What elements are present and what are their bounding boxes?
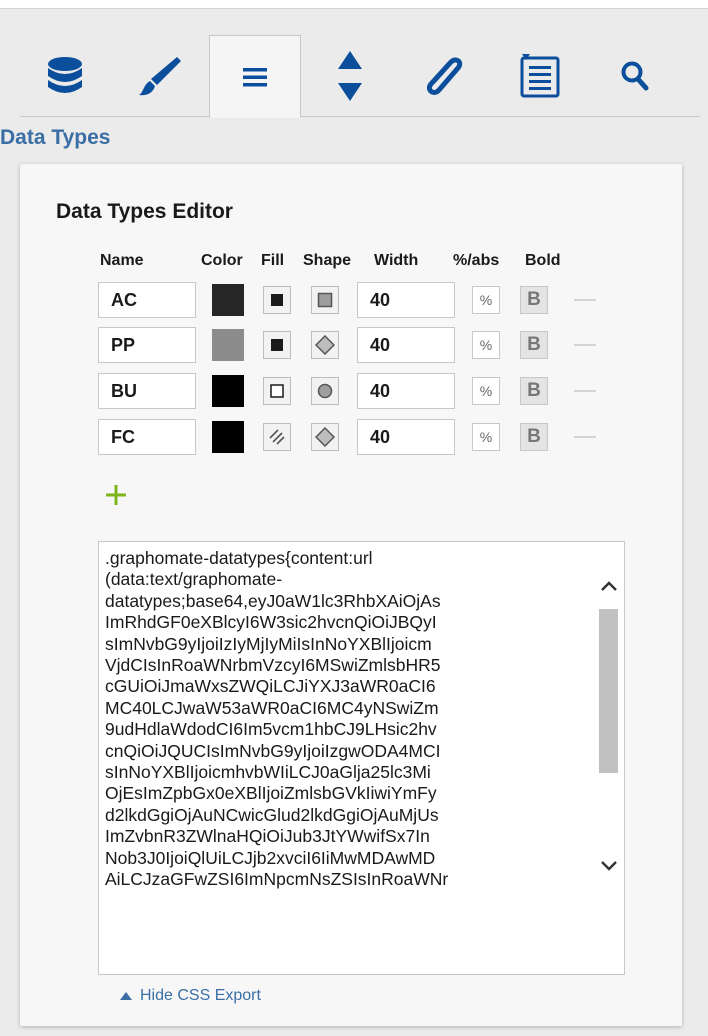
css-export-text: .graphomate-datatypes{content:url (data:… <box>105 548 449 890</box>
shape-button[interactable] <box>311 286 339 314</box>
color-swatch[interactable] <box>212 421 244 453</box>
shape-diamond-icon <box>315 427 335 447</box>
data-type-row: % B <box>20 282 682 322</box>
width-input[interactable] <box>357 373 455 409</box>
percent-toggle[interactable]: % <box>472 331 500 359</box>
remove-row-button[interactable] <box>574 390 596 392</box>
editor-title: Data Types Editor <box>56 200 233 223</box>
fill-button[interactable] <box>263 377 291 405</box>
scroll-thumb[interactable] <box>599 609 618 773</box>
column-header-color: Color <box>201 252 243 269</box>
width-input[interactable] <box>357 327 455 363</box>
scrollbar[interactable] <box>594 542 624 974</box>
percent-toggle[interactable]: % <box>472 377 500 405</box>
bold-toggle[interactable]: B <box>520 377 548 405</box>
column-header-name: Name <box>100 252 144 269</box>
fill-solid-icon <box>271 339 283 351</box>
chevron-up-icon[interactable] <box>600 580 618 592</box>
search-icon <box>621 61 649 91</box>
name-input[interactable] <box>98 373 196 409</box>
paperclip-icon <box>426 57 463 95</box>
sort-icon <box>338 51 362 101</box>
data-type-row: % B <box>20 419 682 459</box>
color-swatch[interactable] <box>212 375 244 407</box>
shape-button[interactable] <box>311 423 339 451</box>
fill-empty-icon <box>270 384 284 398</box>
css-export-textarea[interactable]: .graphomate-datatypes{content:url (data:… <box>98 541 625 975</box>
percent-toggle[interactable]: % <box>472 423 500 451</box>
column-header-pct-abs: %/abs <box>453 252 500 269</box>
list-icon <box>520 54 560 98</box>
width-input[interactable] <box>357 419 455 455</box>
section-title: Data Types <box>0 126 111 149</box>
width-input[interactable] <box>357 282 455 318</box>
fill-button[interactable] <box>263 331 291 359</box>
shape-diamond-icon <box>315 335 335 355</box>
shape-button[interactable] <box>311 331 339 359</box>
percent-toggle[interactable]: % <box>472 286 500 314</box>
bold-toggle[interactable]: B <box>520 286 548 314</box>
tab-attachments[interactable] <box>400 35 490 117</box>
color-swatch[interactable] <box>212 284 244 316</box>
bold-toggle[interactable]: B <box>520 423 548 451</box>
shape-button[interactable] <box>311 377 339 405</box>
caret-up-icon <box>120 992 132 1000</box>
hide-css-export-link[interactable]: Hide CSS Export <box>120 987 261 1005</box>
name-input[interactable] <box>98 419 196 455</box>
remove-row-button[interactable] <box>574 344 596 346</box>
fill-hatched-icon <box>269 429 285 445</box>
fill-solid-icon <box>271 294 283 306</box>
data-type-row: % B <box>20 373 682 413</box>
tab-data[interactable] <box>20 35 110 117</box>
color-swatch[interactable] <box>212 329 244 361</box>
properties-panel: Data Types Data Types Editor Name Color … <box>0 9 708 1036</box>
remove-row-button[interactable] <box>574 436 596 438</box>
tab-search[interactable] <box>590 35 680 117</box>
column-header-width: Width <box>374 252 419 269</box>
tab-menu[interactable] <box>209 35 301 118</box>
shape-square-icon <box>317 292 333 308</box>
bold-toggle[interactable]: B <box>520 331 548 359</box>
hide-css-export-label: Hide CSS Export <box>140 987 261 1004</box>
name-input[interactable] <box>98 327 196 363</box>
tab-sort[interactable] <box>305 35 395 117</box>
fill-button[interactable] <box>263 286 291 314</box>
chevron-down-icon[interactable] <box>600 860 618 872</box>
tab-bar <box>20 35 700 118</box>
shape-circle-icon <box>317 383 333 399</box>
column-header-bold: Bold <box>525 252 561 269</box>
menu-icon <box>243 67 267 86</box>
data-types-editor-card: Data Types Editor Name Color Fill Shape … <box>20 164 682 1026</box>
column-header-fill: Fill <box>261 252 285 269</box>
database-icon <box>48 57 82 93</box>
column-header-shape: Shape <box>303 252 352 269</box>
tab-style[interactable] <box>115 35 205 117</box>
fill-button[interactable] <box>263 423 291 451</box>
brush-icon <box>139 57 181 96</box>
name-input[interactable] <box>98 282 196 318</box>
tab-list[interactable] <box>495 35 585 117</box>
data-type-row: % B <box>20 327 682 367</box>
remove-row-button[interactable] <box>574 299 596 301</box>
add-data-type-button[interactable] <box>104 483 128 507</box>
